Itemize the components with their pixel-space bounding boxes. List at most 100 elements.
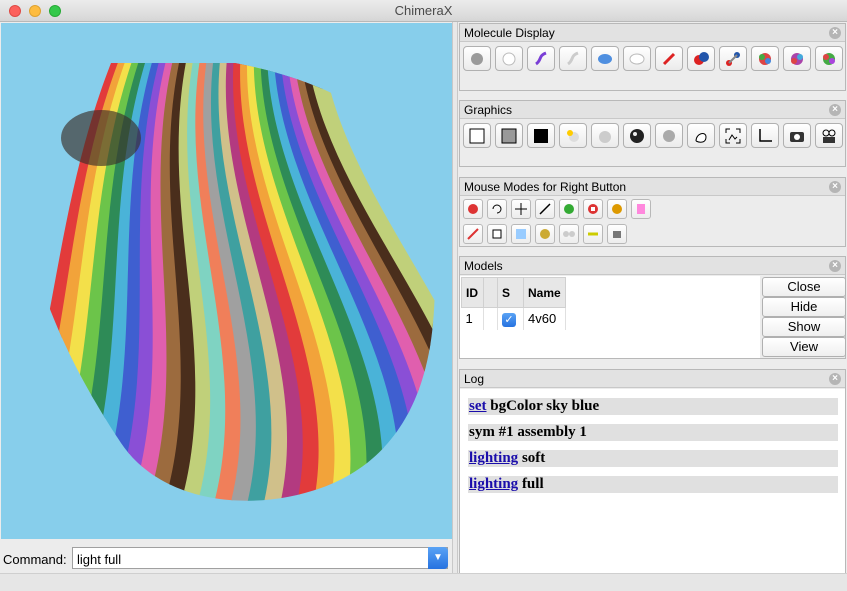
command-history-dropdown[interactable]: ▼: [428, 547, 448, 569]
bg-white-button[interactable]: [463, 123, 491, 148]
cartoon-show-button[interactable]: [527, 46, 555, 71]
panel-header: Mouse Modes for Right Button ×: [460, 178, 845, 196]
clip-mode-button[interactable]: [631, 199, 651, 219]
lighting-default-icon: [567, 129, 579, 142]
log-line: lighting soft: [468, 450, 838, 467]
distance-mode-icon: [563, 231, 575, 237]
label-mode-button[interactable]: [583, 199, 603, 219]
color-element-button[interactable]: [783, 46, 811, 71]
rotate-mode-icon: [492, 204, 502, 214]
atoms-hide-icon: [502, 52, 516, 65]
hide-model-button[interactable]: Hide: [762, 297, 846, 317]
model-shown-cell: ✓: [497, 307, 524, 330]
zoom-mode-button[interactable]: [535, 199, 555, 219]
color-chain-button[interactable]: [751, 46, 779, 71]
surface-hide-icon: [629, 53, 645, 64]
graphics-viewport[interactable]: [1, 23, 452, 539]
place-marker-icon: [540, 229, 550, 239]
window-minimize-button[interactable]: [29, 5, 41, 17]
close-model-button[interactable]: Close: [762, 277, 846, 297]
command-input[interactable]: light full: [72, 547, 448, 569]
command-label: Command:: [3, 552, 67, 567]
window-close-button[interactable]: [9, 5, 21, 17]
crop-mode-button[interactable]: [511, 224, 531, 244]
view-all-button[interactable]: [719, 123, 747, 148]
column-header-shown[interactable]: S: [497, 277, 524, 308]
lighting-soft-button[interactable]: [655, 123, 683, 148]
snapshot-icon: [790, 131, 804, 142]
window-zoom-button[interactable]: [49, 5, 61, 17]
cartoon-hide-button[interactable]: [559, 46, 587, 71]
show-model-button[interactable]: Show: [762, 317, 846, 337]
log-line: set bgColor sky blue: [468, 398, 838, 415]
place-marker-button[interactable]: [535, 224, 555, 244]
lighting-simple-button[interactable]: [591, 123, 619, 148]
movie-record-button[interactable]: [815, 123, 843, 148]
atoms-ball-button[interactable]: [463, 46, 491, 71]
mouse-modes-panel: Mouse Modes for Right Button ×: [459, 177, 846, 247]
models-table: ID S Name 1 ✓ 4v60: [461, 277, 566, 330]
movie-record-icon: [822, 129, 836, 143]
orient-button[interactable]: [751, 123, 779, 148]
bg-gray-icon: [501, 128, 517, 143]
panel-title: Log: [464, 372, 485, 386]
bg-black-icon: [534, 128, 548, 143]
cartoon-show-icon: [535, 51, 547, 65]
bg-gray-button[interactable]: [495, 123, 523, 148]
close-icon[interactable]: ×: [829, 104, 841, 116]
table-row[interactable]: 1 ✓ 4v60: [461, 307, 566, 330]
log-line: sym #1 assembly 1: [468, 424, 838, 441]
panel-splitter[interactable]: [452, 22, 458, 573]
close-icon[interactable]: ×: [829, 260, 841, 272]
log-text: sym #1 assembly 1: [469, 424, 587, 440]
log-content: set bgColor sky blue sym #1 assembly 1 l…: [460, 389, 845, 573]
panel-title: Graphics: [464, 103, 513, 117]
panel-title: Molecule Display: [464, 26, 555, 40]
log-command-link[interactable]: lighting: [469, 476, 518, 492]
window-titlebar: ChimeraX: [0, 0, 847, 22]
translate-atoms-button[interactable]: [559, 199, 579, 219]
log-command-link[interactable]: set: [469, 398, 487, 414]
lighting-default-button[interactable]: [559, 123, 587, 148]
lighting-full-button[interactable]: [623, 123, 651, 148]
close-icon[interactable]: ×: [829, 27, 841, 39]
molecule-display-panel: Molecule Display ×: [459, 23, 846, 91]
surface-hide-button[interactable]: [623, 46, 651, 71]
distance-mode-button[interactable]: [559, 224, 579, 244]
bond-rotation-button[interactable]: [583, 224, 603, 244]
swap-aa-button[interactable]: [607, 224, 627, 244]
surface-show-button[interactable]: [591, 46, 619, 71]
panel-title: Models: [464, 259, 503, 273]
cartoon-hide-icon: [567, 51, 579, 65]
silhouette-button[interactable]: [687, 123, 715, 148]
close-icon[interactable]: ×: [829, 373, 841, 385]
translate-atoms-icon: [564, 204, 574, 214]
log-line: lighting full: [468, 476, 838, 493]
atoms-ball-icon: [471, 52, 483, 65]
select-mode-button[interactable]: [463, 199, 483, 219]
stick-style-button[interactable]: [655, 46, 683, 71]
log-command-link[interactable]: lighting: [469, 450, 518, 466]
model-name: 4v60: [523, 307, 566, 330]
move-planes-button[interactable]: [487, 224, 507, 244]
contour-mode-button[interactable]: [463, 224, 483, 244]
shown-checkbox[interactable]: ✓: [502, 312, 516, 327]
clip-mode-icon: [637, 204, 645, 214]
column-header-id[interactable]: ID: [461, 277, 484, 308]
snapshot-button[interactable]: [783, 123, 811, 148]
translate-mode-button[interactable]: [511, 199, 531, 219]
column-header-name[interactable]: Name: [523, 277, 566, 308]
view-model-button[interactable]: View: [762, 337, 846, 357]
stick-style-icon: [662, 52, 676, 65]
panel-header: Graphics ×: [460, 101, 845, 119]
pick-mode-button[interactable]: [607, 199, 627, 219]
sphere-style-button[interactable]: [687, 46, 715, 71]
models-panel: Models × ID S Name 1 ✓ 4v60 Close Hide S…: [459, 256, 846, 359]
bg-black-button[interactable]: [527, 123, 555, 148]
surface-show-icon: [598, 53, 612, 64]
ball-style-button[interactable]: [719, 46, 747, 71]
rotate-mode-button[interactable]: [487, 199, 507, 219]
close-icon[interactable]: ×: [829, 181, 841, 193]
color-hetero-button[interactable]: [815, 46, 843, 71]
atoms-hide-button[interactable]: [495, 46, 523, 71]
